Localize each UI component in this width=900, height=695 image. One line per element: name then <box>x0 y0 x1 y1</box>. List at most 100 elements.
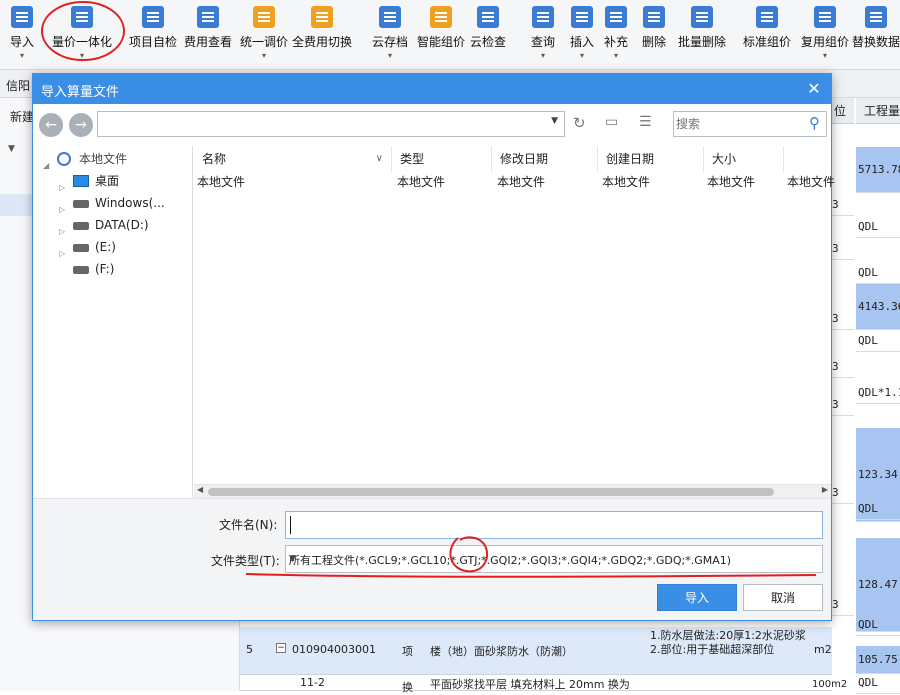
quantity-cell[interactable]: QDL*1.1 <box>856 382 900 404</box>
quantity-cell[interactable]: 3 <box>832 308 854 330</box>
row-number: 5 <box>246 643 253 656</box>
item-code: 010904003001 <box>292 643 376 656</box>
chevron-down-icon[interactable]: ▼ <box>551 116 558 126</box>
toolbar-cloud-check-button[interactable]: 云检查 <box>468 0 508 70</box>
column-header-label: 名称 <box>202 152 227 166</box>
dialog-title-bar[interactable]: 导入算量文件 ✕ <box>33 74 831 104</box>
search-input[interactable] <box>676 114 798 134</box>
toolbar-query-button[interactable]: 查询 ▾ <box>528 0 558 70</box>
toolbar-delete-button[interactable]: 删除 <box>639 0 669 70</box>
new-folder-icon[interactable]: ▭ <box>605 114 618 130</box>
quantity-cell[interactable]: QDL <box>856 498 900 520</box>
expand-arrow-icon[interactable]: ◢ <box>43 155 49 177</box>
toolbar-button-label: 项目自检 <box>128 35 177 49</box>
file-cell-extra: 本地文件 <box>787 175 836 189</box>
toolbar-qty-price-button[interactable]: 量价一体化 ▾ <box>40 0 124 70</box>
toolbar-supplement-button[interactable]: 补充 ▾ <box>601 0 631 70</box>
dropdown-chevron-icon[interactable]: ▾ <box>234 52 294 60</box>
tree-node-windows[interactable]: ▷ Windows(... <box>59 192 191 214</box>
dropdown-chevron-icon[interactable]: ▾ <box>370 52 410 60</box>
quantity-cell[interactable]: 3 <box>832 238 854 260</box>
toolbar-fee-view-button[interactable]: 费用查看 <box>179 0 237 70</box>
quantity-cell[interactable]: 105.75 <box>856 646 900 674</box>
file-list: 名称 ∨ 类型 修改日期 创建日期 大小 本地文件 本地文件 本地文件 本地文件 … <box>194 146 835 486</box>
quantity-cell[interactable]: 3 <box>832 482 854 504</box>
tree-node-data-d[interactable]: ▷ DATA(D:) <box>59 214 191 236</box>
quantity-cell[interactable]: 3 <box>832 356 854 378</box>
cancel-button[interactable]: 取消 <box>743 584 823 611</box>
chevron-down-icon[interactable]: ▼ <box>289 554 814 564</box>
import-icon <box>11 6 33 28</box>
column-header-name[interactable]: 名称 ∨ <box>194 146 392 172</box>
search-icon[interactable]: ⚲ <box>809 114 820 132</box>
scroll-right-icon[interactable]: ▶ <box>822 485 828 494</box>
new-button[interactable]: 新建 <box>10 108 34 125</box>
dropdown-chevron-icon[interactable]: ▾ <box>2 52 42 60</box>
tree-node-label: 本地文件 <box>79 152 128 166</box>
quantity-cell[interactable]: QDL <box>856 330 900 352</box>
dropdown-chevron-icon[interactable]: ▾ <box>40 52 124 60</box>
dropdown-chevron-icon[interactable]: ▾ <box>797 52 853 60</box>
dropdown-chevron-icon[interactable]: ▾ <box>567 52 597 60</box>
toolbar-button-label: 插入 <box>569 35 594 49</box>
filetype-select[interactable]: 所有工程文件(*.GCL9;*.GCL10;*.GTJ;*.GQI2;*.GQI… <box>285 545 823 573</box>
tree-node-desktop[interactable]: ▷ 桌面 <box>59 170 191 192</box>
toolbar-fee-switch-button[interactable]: 全费用切换 <box>292 0 352 70</box>
sort-chevron-icon[interactable]: ∨ <box>376 146 383 172</box>
toolbar-replace-data-button[interactable]: 替换数据 <box>852 0 900 70</box>
tree-node-e[interactable]: ▷ (E:) <box>59 236 191 258</box>
quantity-cell[interactable]: QDL <box>856 614 900 636</box>
column-header-modified[interactable]: 修改日期 <box>492 146 598 172</box>
quantity-cell[interactable]: 3 <box>832 594 854 616</box>
file-cell-name[interactable]: 本地文件 <box>197 172 245 192</box>
view-mode-icon[interactable]: ☰ <box>639 114 652 130</box>
forward-icon[interactable]: → <box>69 113 93 137</box>
toolbar-self-check-button[interactable]: 项目自检 <box>124 0 182 70</box>
expand-icon[interactable]: ▼ <box>8 144 15 154</box>
batch-delete-icon <box>691 6 713 28</box>
collapse-icon[interactable]: − <box>276 643 286 653</box>
tree-node-local[interactable]: ◢ 本地文件 <box>43 148 191 170</box>
refresh-icon[interactable]: ↻ <box>573 114 586 132</box>
toolbar-batch-delete-button[interactable]: 批量删除 <box>675 0 729 70</box>
column-header-type[interactable]: 类型 <box>392 146 492 172</box>
toolbar-insert-button[interactable]: 插入 ▾ <box>567 0 597 70</box>
dropdown-chevron-icon[interactable]: ▾ <box>601 52 631 60</box>
drive-icon <box>73 266 89 274</box>
tree-node-label: Windows(... <box>95 196 165 210</box>
item-description-line2: 2.部位:用于基础超深部位 <box>650 643 775 656</box>
quantity-cell[interactable]: QDL <box>856 216 900 238</box>
scrollbar-thumb[interactable] <box>208 488 774 496</box>
file-cell-modified: 本地文件 <box>497 175 546 189</box>
horizontal-scrollbar[interactable]: ◀ ▶ <box>194 484 831 498</box>
tree-node-f[interactable]: (F:) <box>59 258 191 280</box>
toolbar-unified-price-button[interactable]: 统一调价 ▾ <box>234 0 294 70</box>
toolbar-import-button[interactable]: 导入 ▾ <box>2 0 42 70</box>
quantity-cell[interactable]: 4143.36 <box>856 284 900 330</box>
filename-field[interactable] <box>285 511 823 539</box>
toolbar-button-label: 批量删除 <box>677 35 726 49</box>
toolbar-cloud-save-button[interactable]: 云存档 ▾ <box>370 0 410 70</box>
dialog-nav-bar: ← → ▼ ↻ ▭ ☰ ⚲ <box>33 104 831 146</box>
item-unit: m2 <box>814 643 832 656</box>
filename-input[interactable] <box>290 516 810 534</box>
toolbar-smart-price-button[interactable]: 智能组价 <box>412 0 470 70</box>
table-row[interactable]: 11-2 换 平面砂浆找平层 填充材料上 20mm 换为 100m2 <box>240 675 847 694</box>
quantity-cell[interactable]: 5713.78 <box>856 147 900 193</box>
table-row[interactable]: 5 − 010904003001 项 楼（地）面砂浆防水（防潮） 1.防水层做法… <box>240 627 832 675</box>
search-box[interactable]: ⚲ <box>673 111 827 137</box>
toolbar-std-price-button[interactable]: 标准组价 <box>741 0 793 70</box>
project-tab[interactable]: 信阳 <box>6 77 30 94</box>
column-header-size[interactable]: 大小 <box>704 146 784 172</box>
back-icon[interactable]: ← <box>39 113 63 137</box>
import-button[interactable]: 导入 <box>657 584 737 611</box>
quantity-cell[interactable]: 3 <box>832 394 854 416</box>
quantity-cell[interactable]: 3 <box>832 194 854 216</box>
column-header-created[interactable]: 创建日期 <box>598 146 704 172</box>
toolbar-reuse-price-button[interactable]: 复用组价 ▾ <box>797 0 853 70</box>
dropdown-chevron-icon[interactable]: ▾ <box>528 52 558 60</box>
close-icon[interactable]: ✕ <box>803 78 825 100</box>
path-input[interactable]: ▼ <box>97 111 565 137</box>
quantity-cell[interactable]: QDL <box>856 262 900 284</box>
scroll-left-icon[interactable]: ◀ <box>197 485 203 494</box>
